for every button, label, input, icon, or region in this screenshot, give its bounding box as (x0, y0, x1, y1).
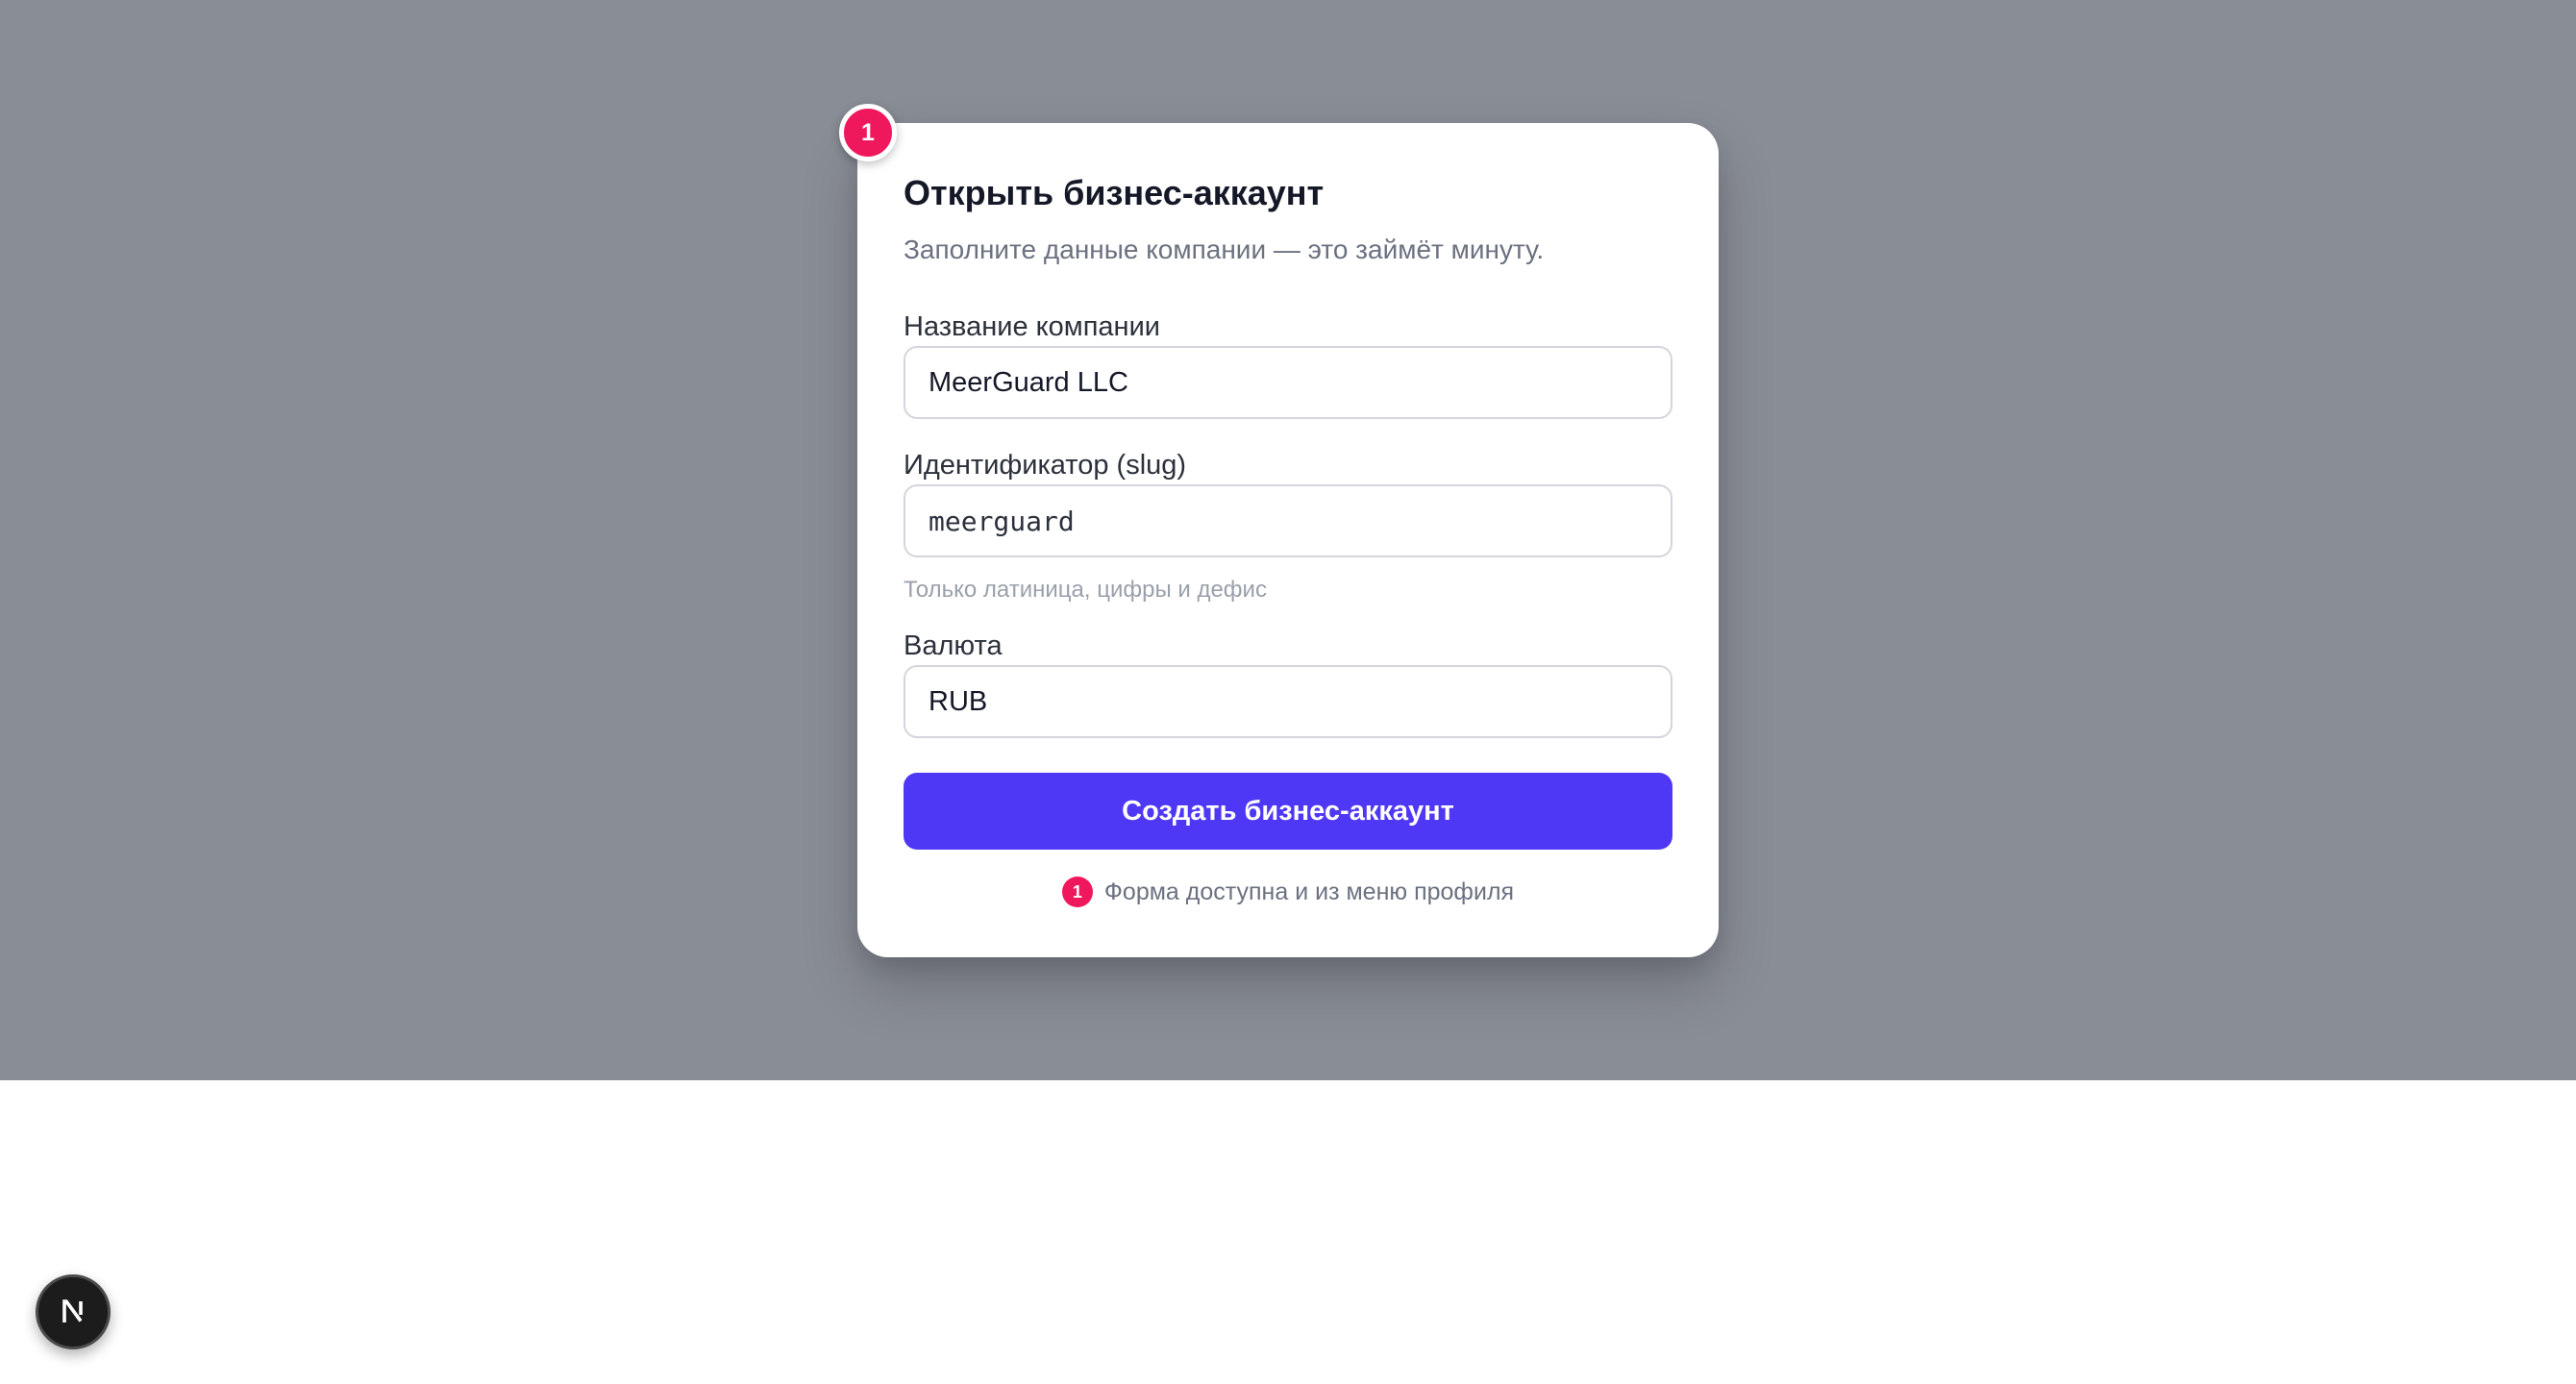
dialog-title: Открыть бизнес-аккаунт (904, 173, 1325, 212)
step-number-badge: 1 (839, 104, 897, 161)
slug-hint: Только латиница, цифры и дефис (904, 577, 1267, 603)
create-business-account-button[interactable]: Создать бизнес-аккаунт (904, 773, 1672, 850)
nextjs-logo-icon[interactable] (36, 1274, 111, 1349)
slug-label: Идентификатор (slug) (904, 450, 1187, 481)
currency-input[interactable] (904, 665, 1672, 738)
footnote-text: Форма доступна и из меню профиля (1103, 877, 1515, 905)
company-name-label: Название компании (904, 311, 1160, 342)
nextjs-n-glyph (62, 1299, 83, 1322)
create-business-account-dialog: Открыть бизнес-аккаунт Заполните данные … (857, 123, 1719, 957)
company-name-input[interactable] (904, 346, 1672, 419)
dialog-subtitle: Заполните данные компании — это займёт м… (904, 235, 1545, 264)
profile-menu-footnote: 1 Форма доступна и из меню профиля (857, 877, 1719, 907)
footnote-step-badge: 1 (1061, 877, 1093, 907)
slug-input[interactable] (904, 484, 1672, 557)
currency-label: Валюта (904, 630, 1003, 661)
